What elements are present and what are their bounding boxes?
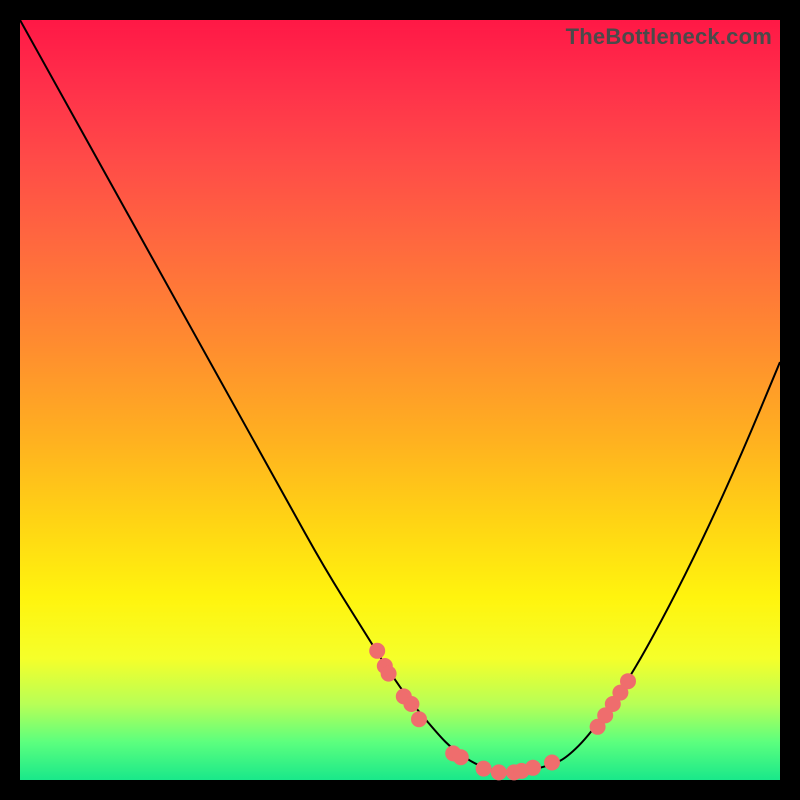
bottleneck-curve xyxy=(20,20,780,772)
curve-marker xyxy=(476,761,492,777)
chart-plot-area: TheBottleneck.com xyxy=(20,20,780,780)
curve-marker xyxy=(525,760,541,776)
curve-marker xyxy=(381,666,397,682)
curve-marker xyxy=(411,711,427,727)
curve-markers xyxy=(369,643,636,781)
curve-marker xyxy=(453,749,469,765)
chart-svg xyxy=(20,20,780,780)
curve-marker xyxy=(369,643,385,659)
curve-marker xyxy=(491,764,507,780)
curve-marker xyxy=(544,755,560,771)
curve-marker xyxy=(620,673,636,689)
curve-marker xyxy=(403,696,419,712)
chart-stage: TheBottleneck.com xyxy=(0,0,800,800)
